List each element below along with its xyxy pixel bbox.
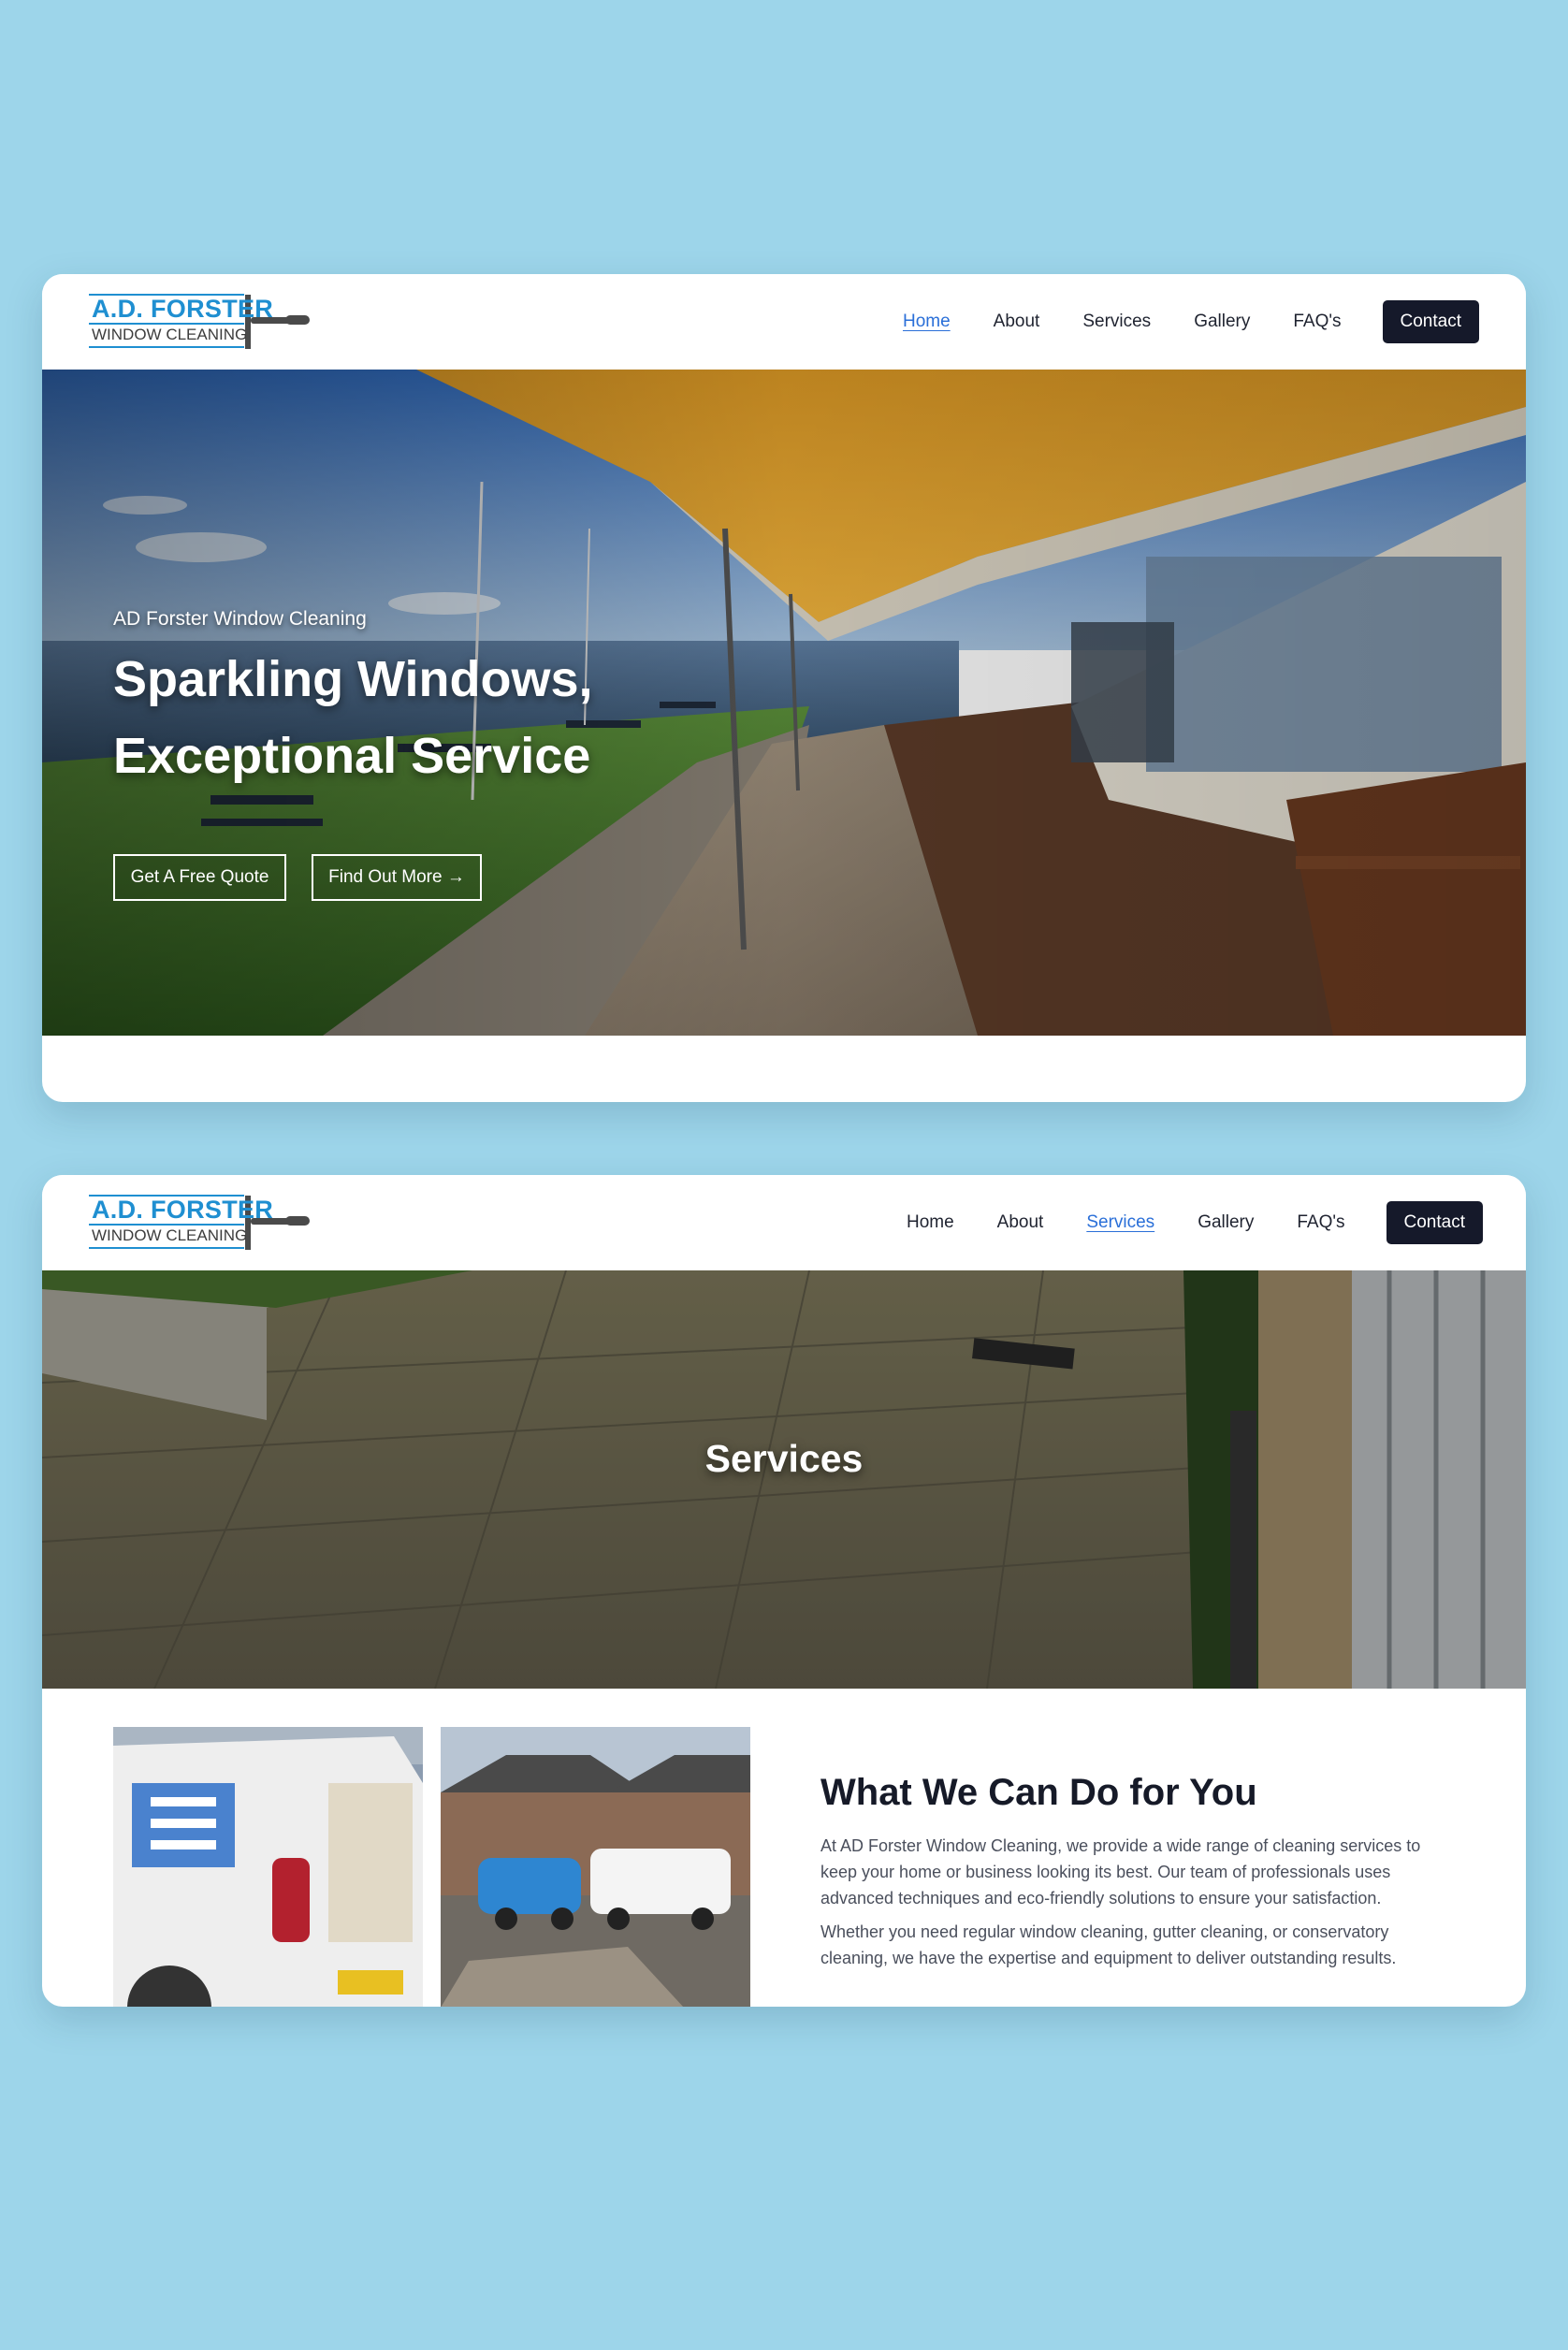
logo-title: A.D. FORSTER bbox=[92, 1196, 274, 1224]
hero-subtitle: AD Forster Window Cleaning bbox=[113, 608, 367, 630]
van-photo bbox=[113, 1727, 423, 2007]
site-logo[interactable]: A.D. FORSTER WINDOW CLEANING bbox=[87, 291, 321, 353]
logo-text: A.D. FORSTER WINDOW CLEANING bbox=[89, 1194, 273, 1250]
services-paragraph-1: At AD Forster Window Cleaning, we provid… bbox=[820, 1836, 1421, 1908]
services-intro: What We Can Do for You At AD Forster Win… bbox=[42, 1689, 1526, 2007]
site-header: A.D. FORSTER WINDOW CLEANING Home About … bbox=[42, 1175, 1526, 1270]
logo-title: A.D. FORSTER bbox=[92, 295, 274, 323]
nav-about[interactable]: About bbox=[997, 1212, 1044, 1233]
nav-services[interactable]: Services bbox=[1086, 1212, 1154, 1233]
free-quote-button[interactable]: Get A Free Quote bbox=[113, 854, 286, 901]
logo-subtitle: WINDOW CLEANING bbox=[92, 1226, 248, 1244]
hero-title: Sparkling Windows, Exceptional Service bbox=[113, 651, 593, 784]
nav-faqs[interactable]: FAQ's bbox=[1297, 1212, 1344, 1233]
contact-button[interactable]: Contact bbox=[1386, 1201, 1483, 1244]
site-header: A.D. FORSTER WINDOW CLEANING Home About … bbox=[42, 274, 1526, 370]
services-page-card: A.D. FORSTER WINDOW CLEANING Home About … bbox=[42, 1175, 1526, 2007]
nav-faqs[interactable]: FAQ's bbox=[1293, 312, 1341, 332]
services-paragraph-2: Whether you need regular window cleaning… bbox=[820, 1922, 1397, 1967]
services-heading: Services bbox=[704, 1437, 864, 1480]
main-nav: Home About Services Gallery FAQ's Contac… bbox=[903, 299, 1479, 344]
logo-subtitle: WINDOW CLEANING bbox=[92, 326, 248, 343]
site-logo[interactable]: A.D. FORSTER WINDOW CLEANING bbox=[87, 1192, 321, 1254]
services-content-title: What We Can Do for You bbox=[820, 1772, 1257, 1813]
logo-text: A.D. FORSTER WINDOW CLEANING bbox=[89, 293, 273, 349]
main-nav: Home About Services Gallery FAQ's Contac… bbox=[907, 1200, 1483, 1245]
nav-home[interactable]: Home bbox=[907, 1212, 954, 1233]
find-out-more-button[interactable]: Find Out More → bbox=[312, 854, 482, 901]
home-page-card: A.D. FORSTER WINDOW CLEANING Home About … bbox=[42, 274, 1526, 1102]
contact-button[interactable]: Contact bbox=[1382, 300, 1479, 343]
hero-section: AD Forster Window Cleaning Sparkling Win… bbox=[42, 370, 1526, 1036]
nav-gallery[interactable]: Gallery bbox=[1198, 1212, 1254, 1233]
nav-home[interactable]: Home bbox=[903, 312, 951, 332]
nav-gallery[interactable]: Gallery bbox=[1194, 312, 1250, 332]
nav-services[interactable]: Services bbox=[1082, 312, 1151, 332]
nav-about[interactable]: About bbox=[994, 312, 1040, 332]
vans-street-photo bbox=[441, 1727, 750, 2007]
services-banner: Services bbox=[42, 1270, 1526, 1689]
